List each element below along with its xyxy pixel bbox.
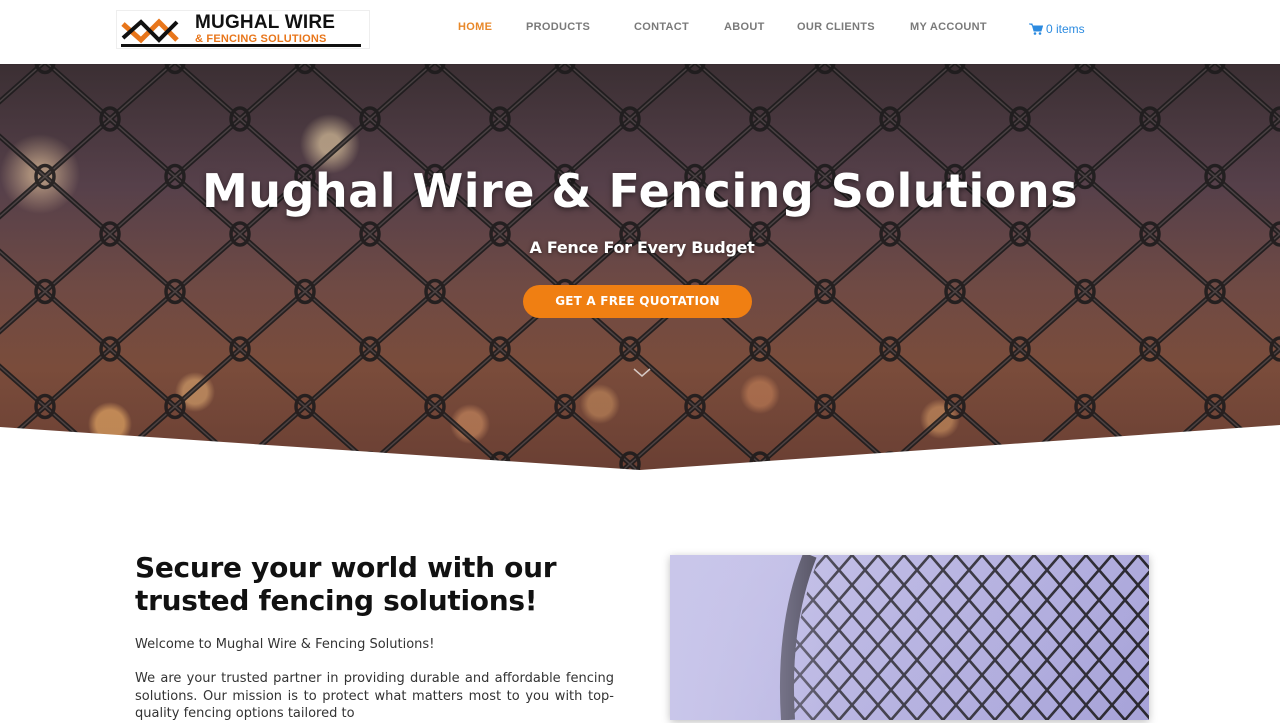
- hero-bottom-divider: [0, 425, 1280, 470]
- site-header: MUGHAL WIRE & FENCING SOLUTIONS HOME PRO…: [0, 0, 1280, 64]
- get-quotation-button[interactable]: GET A FREE QUOTATION: [523, 285, 752, 318]
- cart-link[interactable]: 0 items: [1029, 22, 1085, 36]
- nav-contact[interactable]: CONTACT: [634, 21, 689, 33]
- intro-heading: Secure your world with our trusted fenci…: [135, 551, 557, 617]
- nav-our-clients[interactable]: OUR CLIENTS: [797, 21, 875, 33]
- nav-my-account[interactable]: MY ACCOUNT: [910, 21, 987, 33]
- intro-paragraph: We are your trusted partner in providing…: [135, 671, 614, 721]
- nav-about[interactable]: ABOUT: [724, 21, 765, 33]
- cart-icon: [1029, 23, 1044, 35]
- fence-closeup-image: [670, 555, 1149, 720]
- nav-products[interactable]: PRODUCTS: [526, 21, 590, 33]
- hero-section: Mughal Wire & Fencing Solutions A Fence …: [0, 64, 1280, 470]
- chain-link-fence-image: [0, 64, 1280, 470]
- fence-photo: [670, 555, 1149, 720]
- chevron-down-icon[interactable]: [633, 368, 651, 378]
- cart-count: 0 items: [1046, 22, 1085, 36]
- nav-home[interactable]: HOME: [458, 21, 492, 33]
- logo-title: MUGHAL WIRE: [195, 12, 336, 33]
- logo-wire-icon: [121, 18, 179, 44]
- intro-welcome: Welcome to Mughal Wire & Fencing Solutio…: [135, 637, 435, 652]
- site-logo[interactable]: MUGHAL WIRE & FENCING SOLUTIONS: [116, 10, 370, 49]
- hero-subtitle: A Fence For Every Budget: [529, 238, 755, 257]
- hero-title: Mughal Wire & Fencing Solutions: [201, 164, 1079, 218]
- logo-underline: [121, 44, 361, 47]
